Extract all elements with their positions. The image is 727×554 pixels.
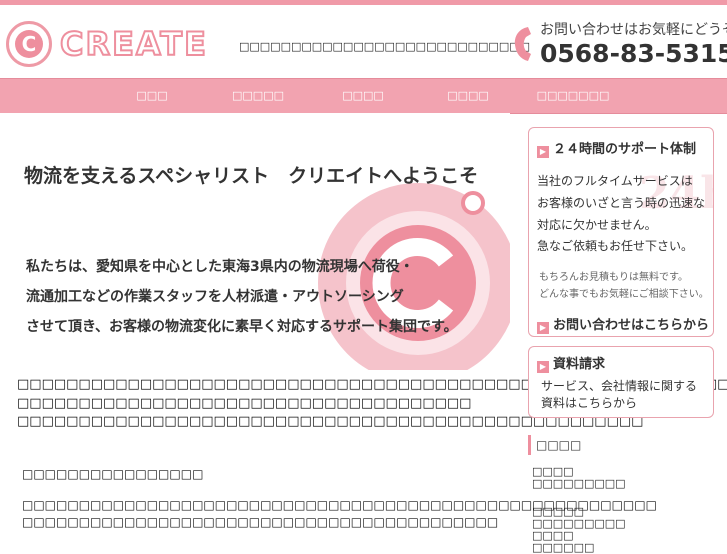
menu-heading: □□□□ [528, 435, 714, 455]
intro-line-3: □□□□□□□□□□□□□□□□□□□□□□□□□□□□□□□□□□□□□□□□… [17, 414, 644, 429]
intro-line-2: □□□□□□□□□□□□□□□□□□□□□□□□□□□□□□□□□□□□□ [17, 396, 472, 411]
support-title: ▶ ２４時間のサポート体制 [537, 138, 696, 158]
hero-line-1: 私たちは、愛知県を中心とした東海3県内の物流現場へ荷役・ [26, 259, 414, 275]
support-line-3: 対応に欠かせません。 [537, 218, 657, 232]
request-line-2: 資料はこちらから [541, 396, 638, 410]
section-subheading: □□□□□□□□□□□□□□□□ [22, 467, 204, 481]
phone-icon [514, 27, 531, 61]
site-header: C CREATE □□□□□□□□□□□□□□□□□□□□□□□□□□□□ お問… [0, 5, 727, 77]
phone-number[interactable]: 0568-83-5315 [540, 39, 727, 68]
request-box[interactable]: ▶ 資料請求 サービス、会社情報に関する 資料はこちらから [528, 346, 714, 418]
menu-item-6[interactable]: □□□□□□ [532, 541, 594, 554]
contact-lead-text: お問い合わせはお気軽にどうぞ [540, 22, 727, 38]
section-line-2: □□□□□□□□□□□□□□□□□□□□□□□□□□□□□□□□□□□□□□□□… [22, 515, 499, 529]
intro-line-1: □□□□□□□□□□□□□□□□□□□□□□□□□□□□□□□□□□□□□□□□… [17, 377, 727, 392]
header-contact: お問い合わせはお気軽にどうぞ 0568-83-5315 [512, 19, 727, 75]
nav-item-1[interactable]: □□□ [102, 79, 202, 113]
hero-line-2: 流通加工などの作業スタッフを人材派遣・アウトソーシング [26, 289, 404, 305]
logo-mark-icon: C [6, 21, 52, 67]
logo-wordmark: CREATE [59, 24, 208, 64]
contact-link[interactable]: ▶ お問い合わせはこちらから [537, 314, 709, 334]
global-nav: □□□ □□□□□ □□□□ □□□□ □□□□□□□ [0, 78, 727, 114]
nav-item-5[interactable]: □□□□□□□ [523, 79, 623, 113]
support-box: 24h ▶２４時間のサポート体制 当社のフルタイムサービスは お客様のいざと言う… [528, 127, 714, 337]
hero-title: 物流を支えるスペシャリスト クリエイトへようこそ [24, 165, 479, 187]
support-note-1: もちろんお見積もりは無料です。 [539, 272, 688, 283]
request-title: ▶ 資料請求 [537, 353, 605, 373]
nav-item-4[interactable]: □□□□ [418, 79, 518, 113]
support-line-2: お客様のいざと言う時の迅速な [537, 196, 706, 210]
support-line-1: 当社のフルタイムサービスは [537, 174, 693, 188]
logo-letter: C [15, 30, 43, 58]
nav-item-3[interactable]: □□□□ [313, 79, 413, 113]
support-note-2: どんな事でもお気軽にご相談下さい。 [539, 289, 709, 300]
site-tagline: □□□□□□□□□□□□□□□□□□□□□□□□□□□□ [239, 40, 531, 53]
hero-line-3: させて頂き、お客様の物流変化に素早く対応するサポート集団です。 [26, 319, 458, 335]
support-line-4: 急なご依頼もお任せ下さい。 [537, 239, 694, 253]
triangle-bullet-icon: ▶ [537, 146, 549, 158]
nav-item-2[interactable]: □□□□□ [208, 79, 308, 113]
menu-item-2[interactable]: □□□□□□□□□ [532, 477, 626, 490]
triangle-bullet-icon: ▶ [537, 361, 549, 373]
triangle-bullet-icon: ▶ [537, 322, 549, 334]
site-logo[interactable]: C CREATE [6, 21, 220, 69]
request-line-1: サービス、会社情報に関する [541, 379, 698, 393]
section-line-1: □□□□□□□□□□□□□□□□□□□□□□□□□□□□□□□□□□□□□□□□… [22, 498, 657, 512]
hero-banner: 物流を支えるスペシャリスト クリエイトへようこそ 私たちは、愛知県を中心とした東… [0, 113, 510, 370]
